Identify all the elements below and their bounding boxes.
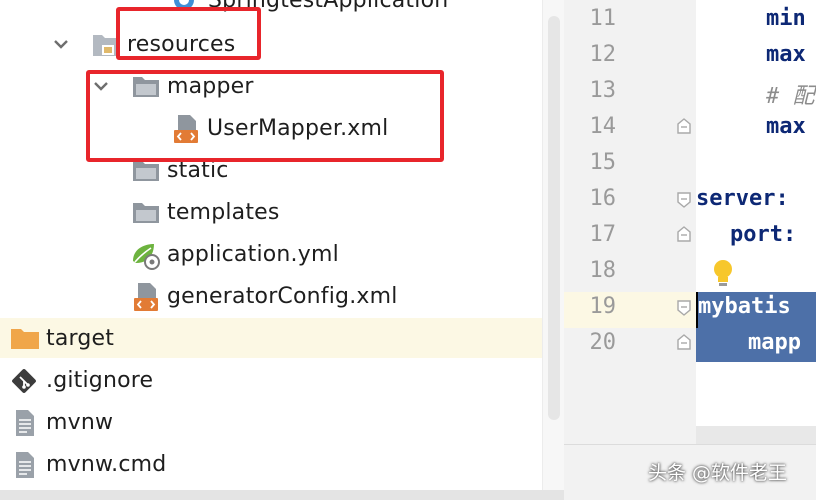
tree-item-label: target — [46, 326, 115, 351]
line-number: 15 — [589, 150, 617, 175]
line-number-gutter: 11 12 13 14 15 16 17 18 19 20 — [564, 0, 816, 444]
lightbulb-icon[interactable] — [710, 258, 736, 288]
line-number: 20 — [589, 330, 617, 355]
scrollbar-thumb[interactable] — [548, 16, 560, 420]
text-file-icon — [16, 410, 34, 436]
annotation-box-resources — [116, 7, 261, 60]
code-line: server: — [696, 186, 789, 211]
code-line-selected: mapp — [748, 330, 801, 355]
annotation-box-mapper — [86, 70, 444, 162]
tree-item-target[interactable]: target — [0, 318, 542, 358]
line-number: 17 — [589, 222, 617, 247]
project-tree: SpringtestApplication resources mapper U… — [0, 0, 542, 490]
spring-config-icon — [133, 244, 160, 270]
code-line: min — [766, 6, 806, 31]
fold-start-icon[interactable] — [676, 299, 692, 317]
tree-item-templates[interactable]: templates — [0, 192, 542, 232]
line-number: 18 — [589, 258, 617, 283]
code-line: max — [766, 114, 806, 139]
tree-item-label: generatorConfig.xml — [167, 284, 398, 309]
editor-horizontal-scrollbar[interactable] — [696, 426, 816, 444]
code-line-selected: mybatis — [698, 294, 791, 319]
chevron-down-icon[interactable] — [52, 35, 70, 53]
line-number: 14 — [589, 114, 617, 139]
line-number: 16 — [589, 186, 617, 211]
tree-item-gitignore[interactable]: .gitignore — [0, 360, 542, 400]
code-editor: 11 12 13 14 15 16 17 18 19 20 min max # … — [564, 0, 816, 500]
tree-item-label: mvnw — [46, 410, 114, 435]
panel-bottom-edge — [0, 490, 564, 500]
fold-end-icon[interactable] — [676, 117, 692, 135]
tree-item-label: templates — [167, 200, 280, 225]
line-number: 13 — [589, 78, 617, 103]
code-area[interactable]: min max # 配 max server: port: mybatis ma… — [696, 0, 816, 444]
tree-item-resources[interactable]: resources — [0, 24, 542, 64]
folder-icon — [133, 203, 159, 223]
xml-file-icon — [134, 283, 158, 311]
text-file-icon — [16, 452, 34, 478]
fold-end-icon[interactable] — [676, 225, 692, 243]
code-line: max — [766, 42, 806, 67]
tree-item-label: .gitignore — [46, 368, 154, 393]
tree-vertical-scrollbar[interactable] — [542, 0, 564, 490]
tree-item-springtest-application[interactable]: SpringtestApplication — [0, 0, 542, 20]
fold-end-icon[interactable] — [676, 333, 692, 351]
folder-icon — [133, 161, 159, 181]
text-caret — [696, 292, 698, 328]
fold-start-icon[interactable] — [676, 191, 692, 209]
excluded-folder-icon — [11, 329, 39, 349]
tree-item-label: mvnw.cmd — [46, 452, 167, 477]
line-number: 12 — [589, 42, 617, 67]
line-number: 19 — [589, 294, 617, 319]
tree-item-application-yml[interactable]: application.yml — [0, 234, 542, 274]
tree-item-label: application.yml — [167, 242, 339, 267]
tree-item-mvnw[interactable]: mvnw — [0, 402, 542, 442]
tree-item-generatorconfig-xml[interactable]: generatorConfig.xml — [0, 276, 542, 316]
code-comment: # 配 — [766, 84, 815, 109]
line-number: 11 — [589, 6, 617, 31]
git-icon — [12, 369, 36, 393]
watermark: 头条 @软件老王 — [648, 462, 788, 484]
tree-item-mvnw-cmd[interactable]: mvnw.cmd — [0, 444, 542, 484]
code-line: port: — [730, 222, 797, 247]
